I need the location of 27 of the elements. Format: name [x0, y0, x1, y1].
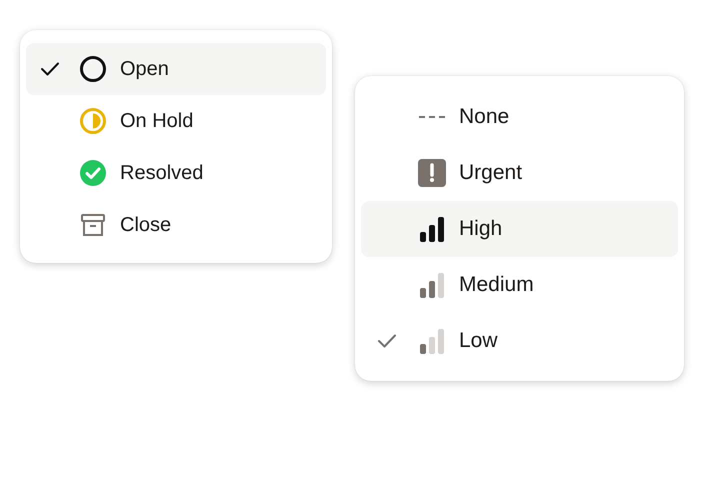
half-circle-icon	[79, 107, 107, 135]
menu-item-label: None	[459, 105, 510, 129]
archive-icon	[80, 212, 106, 238]
menu-item[interactable]: Urgent	[361, 145, 678, 201]
menu-item[interactable]: None	[361, 89, 678, 145]
menu-item-label: Resolved	[120, 162, 204, 184]
menu-item-label: Close	[120, 214, 172, 236]
menu-item-label: Medium	[459, 273, 534, 297]
menu-item[interactable]: On Hold	[26, 95, 326, 147]
exclamation-icon	[418, 159, 446, 187]
circle-icon	[79, 55, 107, 83]
signal-bars-icon	[419, 216, 445, 242]
menu-item-label: On Hold	[120, 110, 194, 132]
signal-bars-icon	[419, 272, 445, 298]
check-circle-icon	[79, 159, 107, 187]
menu-item-label: Open	[120, 58, 169, 80]
menu-item[interactable]: Medium	[361, 257, 678, 313]
signal-bars-icon	[419, 328, 445, 354]
menu-item[interactable]: Low	[361, 313, 678, 369]
menu-item[interactable]: High	[361, 201, 678, 257]
menu-item-label: High	[459, 217, 502, 241]
menu-item[interactable]: Open	[26, 43, 326, 95]
menu-item[interactable]: Close	[26, 199, 326, 251]
dashes-icon	[418, 115, 446, 119]
menu-item-label: Urgent	[459, 161, 522, 185]
menu-item[interactable]: Resolved	[26, 147, 326, 199]
menu-item-label: Low	[459, 329, 498, 353]
